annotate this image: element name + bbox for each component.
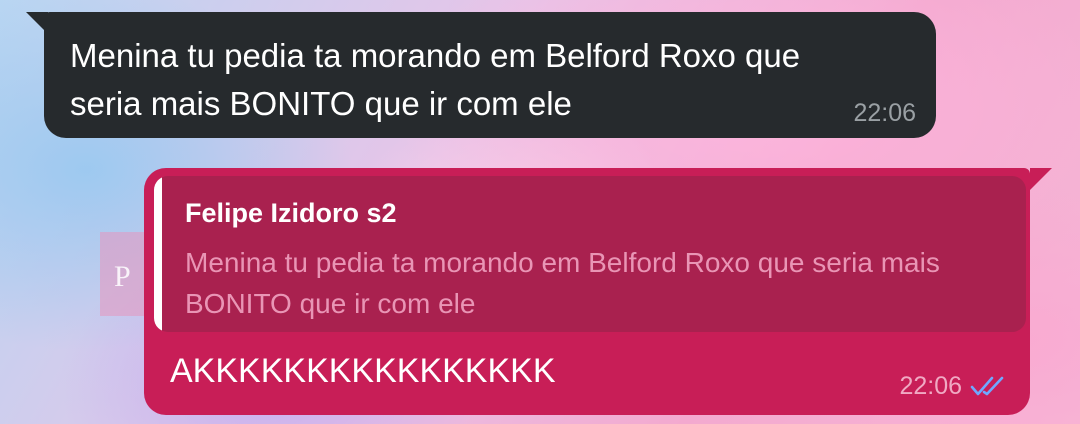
reply-accent-bar: [154, 176, 162, 332]
bubble-tail: [26, 12, 48, 34]
double-check-read-icon: [970, 376, 1004, 396]
outgoing-message-text: AKKKKKKKKKKKKKKKK: [170, 352, 556, 390]
outgoing-message-bubble[interactable]: Felipe Izidoro s2 Menina tu pedia ta mor…: [144, 168, 1052, 415]
reply-author: Felipe Izidoro s2: [185, 198, 397, 228]
quoted-reply-block[interactable]: Felipe Izidoro s2 Menina tu pedia ta mor…: [154, 176, 1026, 332]
incoming-message-bubble[interactable]: Menina tu pedia ta morando em Belford Ro…: [26, 12, 936, 138]
incoming-message-text: Menina tu pedia ta morando em Belford Ro…: [70, 37, 801, 122]
outgoing-message-time: 22:06: [899, 372, 962, 400]
reply-quoted-text: Menina tu pedia ta morando em Belford Ro…: [185, 247, 940, 319]
incoming-message-time: 22:06: [853, 99, 916, 127]
bubble-tail: [1030, 168, 1052, 190]
